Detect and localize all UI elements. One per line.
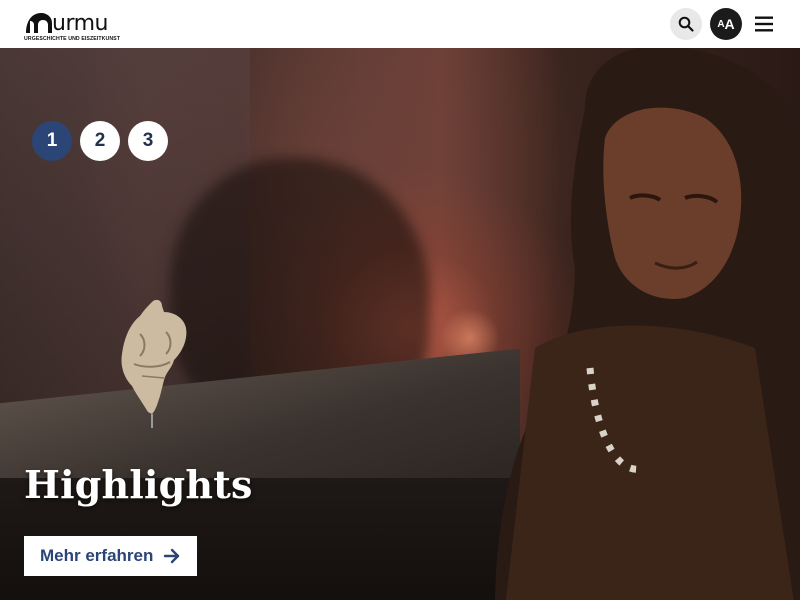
pager-slide-3[interactable]: 3 <box>128 121 168 161</box>
logo-subtitle: URGESCHICHTE UND EISZEITKUNST <box>24 35 120 42</box>
search-button[interactable] <box>670 8 702 40</box>
menu-button[interactable] <box>752 12 776 36</box>
logo-wordmark: urmu <box>52 10 108 36</box>
site-logo[interactable]: urmu URGESCHICHTE UND EISZEITKUNST <box>24 0 120 48</box>
learn-more-button[interactable]: Mehr erfahren <box>24 536 198 576</box>
learn-more-label: Mehr erfahren <box>40 546 154 565</box>
hero-title: Highlights <box>24 462 253 507</box>
slide-pager: 1 2 3 <box>32 121 168 161</box>
pager-slide-2[interactable]: 2 <box>80 121 120 161</box>
hamburger-menu-icon <box>755 16 773 32</box>
hero-slider: 1 2 3 <box>0 48 800 600</box>
venus-figurine-image <box>121 299 187 428</box>
visitor-person-image <box>495 48 800 600</box>
search-icon <box>678 16 694 32</box>
site-header: urmu URGESCHICHTE UND EISZEITKUNST AA <box>0 0 800 48</box>
text-size-big-letter: A <box>724 16 735 32</box>
mammoth-logo-icon <box>26 12 52 33</box>
pager-slide-1[interactable]: 1 <box>32 121 72 161</box>
header-actions: AA <box>670 8 776 40</box>
text-size-small-letter: A <box>717 18 725 30</box>
arrow-right-icon <box>164 548 180 564</box>
text-size-button[interactable]: AA <box>710 8 742 40</box>
